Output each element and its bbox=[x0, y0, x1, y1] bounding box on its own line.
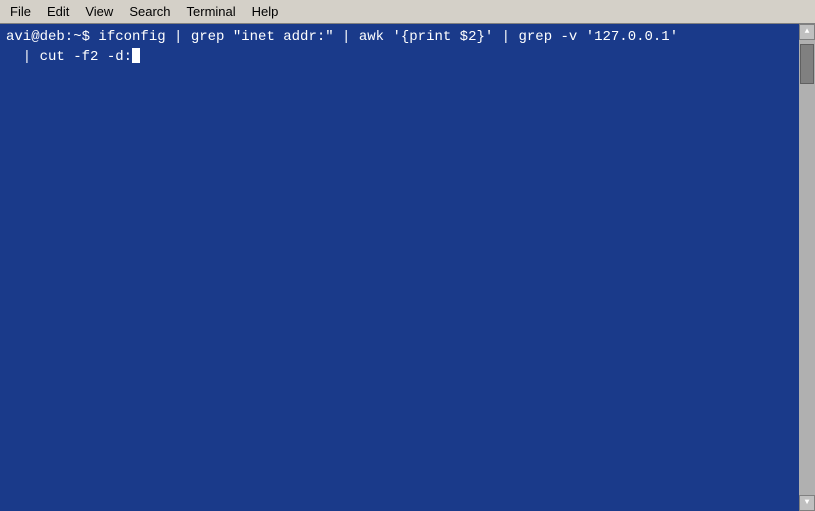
menu-terminal[interactable]: Terminal bbox=[179, 0, 244, 23]
menu-file[interactable]: File bbox=[2, 0, 39, 23]
scrollbar-arrow-up[interactable]: ▲ bbox=[799, 24, 815, 40]
terminal-prompt: avi@deb:~$ bbox=[6, 28, 90, 48]
terminal-cursor bbox=[132, 48, 140, 63]
menubar: File Edit View Search Terminal Help bbox=[0, 0, 815, 24]
menu-help[interactable]: Help bbox=[244, 0, 287, 23]
scrollbar-thumb[interactable] bbox=[800, 44, 814, 84]
menu-edit[interactable]: Edit bbox=[39, 0, 77, 23]
menu-search[interactable]: Search bbox=[121, 0, 178, 23]
scrollbar[interactable]: ▲ ▼ bbox=[799, 24, 815, 511]
terminal-command-1: ifconfig | grep "inet addr:" | awk '{pri… bbox=[90, 28, 678, 48]
terminal-line-2: | cut -f2 -d: bbox=[6, 48, 809, 68]
terminal-area[interactable]: avi@deb:~$ ifconfig | grep "inet addr:" … bbox=[0, 24, 815, 511]
menu-view[interactable]: View bbox=[77, 0, 121, 23]
scrollbar-arrow-down[interactable]: ▼ bbox=[799, 495, 815, 511]
terminal-command-2: | cut -f2 -d: bbox=[6, 48, 132, 68]
terminal-line-1: avi@deb:~$ ifconfig | grep "inet addr:" … bbox=[6, 28, 809, 48]
